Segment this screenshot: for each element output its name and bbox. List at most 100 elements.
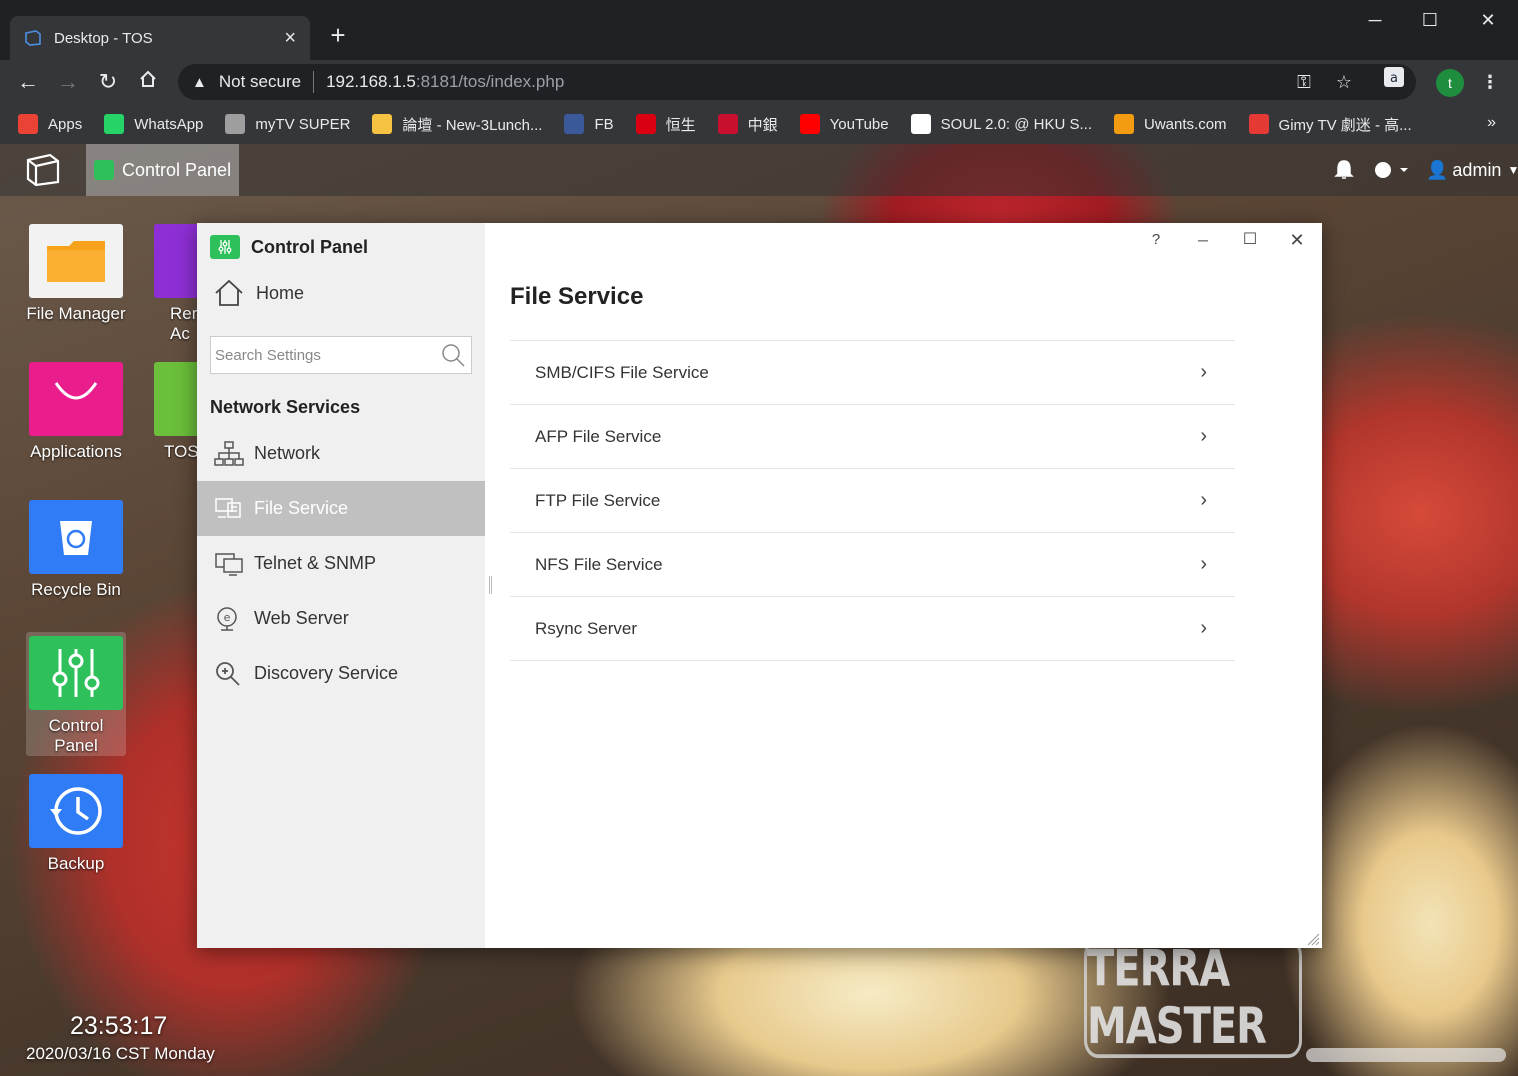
bookmark-item[interactable]: Gimy TV 劇迷 - 高... (1248, 114, 1412, 135)
tos-start-icon[interactable] (24, 152, 62, 188)
minimize-button[interactable]: ─ (1189, 227, 1217, 253)
nav-item-network[interactable]: Network (197, 426, 485, 481)
desktop-scrollbar[interactable] (1306, 1048, 1506, 1062)
browser-menu-icon[interactable]: ⋮ (1474, 66, 1506, 98)
bookmark-label: 中銀 (747, 116, 778, 134)
notification-bell-icon[interactable] (1334, 144, 1354, 196)
nav-label: Telnet & SNMP (254, 553, 377, 573)
bookmark-item[interactable]: myTV SUPER (225, 114, 350, 134)
uwants-icon (1114, 114, 1135, 134)
amazon-extension-icon[interactable]: a (1378, 66, 1410, 98)
cloud-icon (154, 224, 198, 298)
desktop-icon-label: Applications (30, 442, 122, 461)
page-title: File Service (510, 283, 644, 310)
help-button[interactable]: ? (1142, 227, 1170, 253)
desktop-icon-tos[interactable]: TOS (154, 362, 198, 462)
chevron-right-icon: › (1200, 361, 1207, 383)
desktop-icon-file-manager[interactable]: File Manager (26, 224, 126, 324)
control-panel-app-icon (210, 235, 240, 259)
window-close-button[interactable]: ✕ (1465, 6, 1511, 36)
bookmark-item[interactable]: 恒生 (635, 114, 696, 135)
monitor-icon (215, 552, 243, 576)
control-panel-main: ? ─ ☐ ✕ File Service SMB/CIFS File Servi… (485, 223, 1322, 948)
search-icon[interactable] (441, 343, 465, 367)
mytv-icon (225, 114, 246, 134)
chevron-right-icon: › (1200, 553, 1207, 575)
tab-title: Desktop - TOS (54, 29, 153, 47)
chevron-right-icon: › (1200, 617, 1207, 639)
sliders-icon (29, 636, 123, 710)
svg-text:e: e (224, 611, 231, 624)
control-panel-title: Control Panel (251, 236, 369, 257)
forward-arrow-icon[interactable]: → (52, 66, 84, 98)
profile-avatar[interactable]: t (1436, 69, 1464, 97)
desktop-icon-label: File Manager (26, 304, 126, 323)
bookmark-item[interactable]: 中銀 (717, 114, 778, 135)
bookmark-item[interactable]: Apps (18, 114, 82, 134)
desktop-icon-label: Control Panel (48, 716, 104, 755)
security-label[interactable]: Not secure (219, 72, 301, 92)
browser-tabstrip: Desktop - TOS × + ─ ☐ ✕ (0, 0, 1518, 60)
blank-page-icon (910, 114, 931, 134)
home-nav-item[interactable]: Home (214, 279, 304, 307)
more-bookmarks-icon[interactable]: » (1487, 114, 1496, 132)
key-icon[interactable]: ⚿ (1288, 66, 1320, 98)
address-bar[interactable]: ▲ Not secure 192.168.1.5:8181/tos/index.… (178, 64, 1416, 100)
file-service-icon (215, 497, 241, 518)
user-menu[interactable]: 👤 admin ▼ (1426, 144, 1518, 196)
search-input[interactable] (215, 346, 441, 364)
desktop-icon-remote-access[interactable]: Rer Ac (154, 224, 198, 344)
service-row-nfs[interactable]: NFS File Service › (510, 533, 1235, 597)
window-maximize-button[interactable]: ☐ (1407, 6, 1453, 36)
bookmark-label: myTV SUPER (255, 115, 351, 133)
bookmark-star-icon[interactable]: ☆ (1328, 66, 1360, 98)
close-button[interactable]: ✕ (1283, 227, 1311, 253)
forum-icon (372, 114, 393, 134)
bookmark-item[interactable]: Uwants.com (1114, 114, 1227, 134)
browser-tab[interactable]: Desktop - TOS × (10, 16, 310, 60)
nav-item-web-server[interactable]: e Web Server (197, 591, 485, 646)
browser-toolbar: ← → ↻ ▲ Not secure 192.168.1.5:8181/tos/… (0, 60, 1518, 104)
desktop-icon-recycle-bin[interactable]: Recycle Bin (26, 500, 126, 600)
bookmark-item[interactable]: 論壇 - New-3Lunch... (372, 114, 542, 135)
bookmark-item[interactable]: FB (564, 114, 614, 134)
new-tab-button[interactable]: + (322, 20, 354, 52)
tos-taskbar: Control Panel 👤 admin ▼ (0, 144, 1518, 196)
taskbar-app-label: Control Panel (122, 159, 232, 180)
bookmark-item[interactable]: WhatsApp (104, 114, 203, 134)
web-server-icon: e (217, 606, 237, 631)
service-row-rsync[interactable]: Rsync Server › (510, 597, 1235, 661)
facebook-icon (564, 114, 585, 134)
nav-item-file-service[interactable]: File Service (197, 481, 485, 536)
back-arrow-icon[interactable]: ← (12, 66, 44, 98)
control-panel-sidebar: Control Panel Home Network Services Netw… (197, 223, 485, 948)
bookmark-label: WhatsApp (134, 115, 204, 133)
nav-label: Web Server (254, 608, 349, 628)
status-dropdown-icon[interactable] (1374, 144, 1410, 196)
maximize-button[interactable]: ☐ (1236, 227, 1264, 253)
search-box (210, 336, 472, 374)
url-host: 192.168.1.5 (326, 72, 416, 91)
service-label: FTP File Service (535, 490, 661, 510)
bookmark-item[interactable]: YouTube (799, 114, 889, 134)
service-row-smb[interactable]: SMB/CIFS File Service › (510, 341, 1235, 405)
service-row-afp[interactable]: AFP File Service › (510, 405, 1235, 469)
nav-item-discovery-service[interactable]: Discovery Service (197, 646, 485, 701)
shopping-bag-icon (29, 362, 123, 436)
desktop-icon-applications[interactable]: Applications (26, 362, 126, 462)
desktop-icon-control-panel[interactable]: Control Panel (26, 632, 126, 756)
bookmark-item[interactable]: SOUL 2.0: @ HKU S... (910, 114, 1092, 134)
nav-item-telnet-snmp[interactable]: Telnet & SNMP (197, 536, 485, 591)
desktop-icon-backup[interactable]: Backup (26, 774, 126, 874)
reload-icon[interactable]: ↻ (92, 66, 124, 98)
desktop-icon-label: Backup (47, 854, 105, 873)
desktop-icon-label: Recycle Bin (31, 580, 121, 599)
service-row-ftp[interactable]: FTP File Service › (510, 469, 1235, 533)
close-tab-icon[interactable]: × (284, 27, 296, 50)
resize-grip-icon[interactable] (1306, 932, 1320, 946)
whatsapp-icon (104, 114, 125, 134)
taskbar-control-panel[interactable]: Control Panel (86, 144, 240, 196)
home-icon[interactable] (132, 66, 164, 98)
url-path: :8181/tos/index.php (415, 72, 565, 91)
window-minimize-button[interactable]: ─ (1352, 6, 1398, 36)
